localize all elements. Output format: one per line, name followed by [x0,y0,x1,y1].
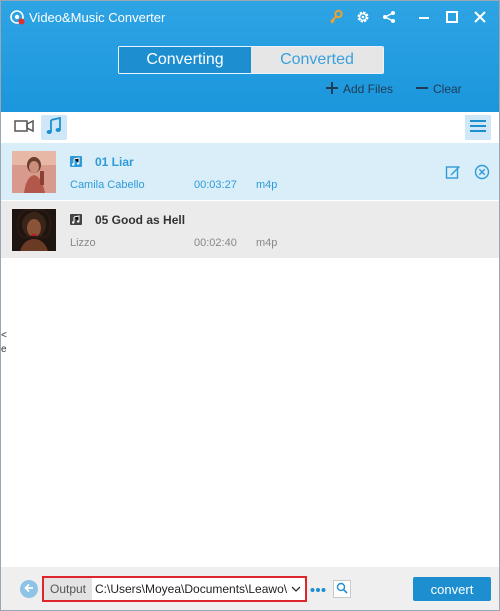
app-title: Video&Music Converter [29,10,166,25]
album-cover-good-as-hell [12,209,56,251]
file-format: m4p [256,237,278,249]
output-path-box: Output C:\Users\Moyea\Documents\Leawo\P [42,576,307,602]
close-icon[interactable] [470,7,490,27]
add-files-label: Add Files [343,82,394,96]
minus-icon [415,81,429,98]
file-list: 01 Liar Camila Cabello 00:03:27 m4p 05 G… [1,143,499,259]
share-icon[interactable] [379,7,399,27]
gear-icon[interactable] [353,7,373,27]
menu-button[interactable] [465,115,491,140]
chevron-down-icon[interactable] [287,578,305,600]
side-marks: < e [1,329,7,357]
side-mark: e [1,344,7,355]
hamburger-icon [470,119,486,136]
file-artist: Camila Cabello [70,179,145,191]
tab-converting[interactable]: Converting [119,47,251,73]
tab-converted[interactable]: Converted [251,47,383,73]
clear-label: Clear [433,82,462,96]
file-title: 05 Good as Hell [95,213,186,227]
clear-button[interactable]: Clear [415,80,462,98]
arrow-left-icon [23,582,35,597]
ellipsis-icon [310,582,326,596]
list-item[interactable]: 05 Good as Hell Lizzo 00:02:40 m4p [1,201,499,259]
album-cover-liar [12,151,56,193]
side-mark: < [1,330,7,341]
file-duration: 00:02:40 [194,237,237,249]
file-format: m4p [256,179,278,191]
edit-icon[interactable] [444,163,462,181]
add-files-button[interactable]: Add Files [325,80,393,98]
output-path-field[interactable]: C:\Users\Moyea\Documents\Leawo\P [92,578,287,600]
title-bar: Video&Music Converter [1,1,499,33]
app-window: Video&Music Converter Converting Convert… [0,0,500,611]
convert-button[interactable]: convert [413,577,491,601]
plus-icon [325,81,339,98]
file-duration: 00:03:27 [194,179,237,191]
music-tab-button[interactable] [41,115,67,140]
file-artist: Lizzo [70,237,96,249]
video-camera-icon [14,119,34,136]
header: Video&Music Converter Converting Convert… [1,1,499,112]
remove-icon[interactable] [473,163,491,181]
music-note-icon [46,116,62,138]
back-button[interactable] [20,580,38,598]
more-options-button[interactable] [309,578,327,600]
output-label: Output [44,578,92,600]
file-title: 01 Liar [95,155,134,169]
list-item[interactable]: 01 Liar Camila Cabello 00:03:27 m4p [1,143,499,201]
app-logo-icon [10,10,25,25]
maximize-icon[interactable] [442,7,462,27]
video-tab-button[interactable] [11,115,37,140]
music-badge-icon [70,156,82,167]
media-type-toolbar [1,112,499,143]
key-icon[interactable] [326,7,346,27]
search-icon [336,582,348,597]
minimize-icon[interactable] [414,7,434,27]
open-folder-button[interactable] [333,580,351,598]
view-tabs: Converting Converted [118,46,384,74]
music-badge-icon [70,214,82,225]
footer-bar: Output C:\Users\Moyea\Documents\Leawo\P [1,567,499,610]
